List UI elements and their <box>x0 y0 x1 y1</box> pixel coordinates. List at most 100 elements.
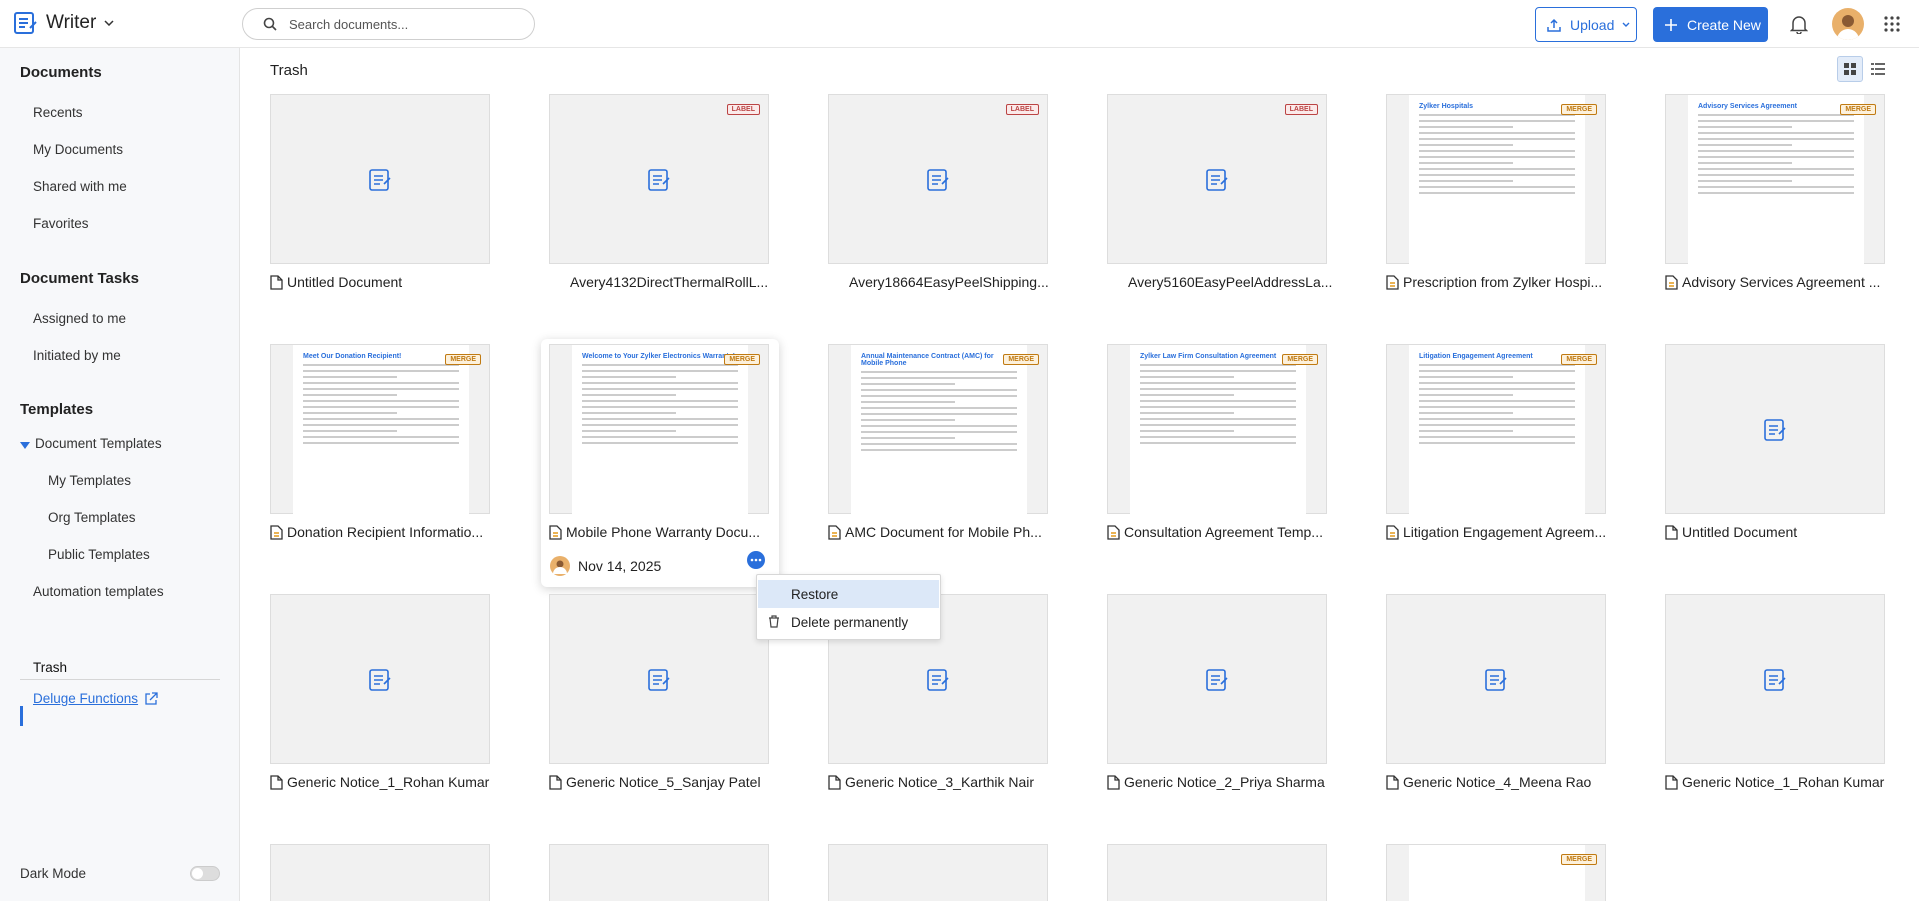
blank-document-icon <box>1206 169 1228 191</box>
merge-badge: MERGE <box>1282 354 1318 365</box>
sidebar-item-public-templates[interactable]: Public Templates <box>48 547 150 562</box>
document-thumbnail[interactable]: Zylker Law Firm Consultation Agreement ME… <box>1107 344 1327 514</box>
document-title: Generic Notice_4_Meena Rao <box>1403 774 1592 790</box>
document-title: Untitled Document <box>287 274 403 290</box>
preview-heading: Litigation Engagement Agreement <box>1419 353 1533 360</box>
document-thumbnail[interactable] <box>1665 594 1885 764</box>
document-thumbnail[interactable] <box>549 844 769 901</box>
restore-menu-item[interactable]: Restore <box>758 580 939 608</box>
page-title: Trash <box>270 62 308 79</box>
app-switcher[interactable]: Writer <box>14 12 114 34</box>
document-name[interactable]: Avery18664EasyPeelShipping... <box>828 274 1058 290</box>
merge-badge: MERGE <box>1561 854 1597 865</box>
blank-document-icon <box>1485 669 1507 691</box>
search-input[interactable]: Search documents... <box>242 8 535 40</box>
document-icon <box>549 774 562 790</box>
sidebar-item-recents[interactable]: Recents <box>33 105 83 120</box>
document-title: Generic Notice_5_Sanjay Patel <box>566 774 761 790</box>
document-name[interactable]: Avery5160EasyPeelAddressLa... <box>1107 274 1337 290</box>
upload-button[interactable]: Upload <box>1535 7 1637 42</box>
delete-permanently-menu-item[interactable]: Delete permanently <box>758 608 939 636</box>
user-avatar-small-icon <box>550 556 570 576</box>
document-thumbnail[interactable] <box>270 94 490 264</box>
document-name[interactable]: Prescription from Zylker Hospi... <box>1386 274 1616 290</box>
document-thumbnail[interactable]: LABEL <box>1107 94 1327 264</box>
document-title: Avery18664EasyPeelShipping... <box>849 274 1049 290</box>
active-indicator <box>20 706 23 726</box>
document-thumbnail[interactable] <box>1386 594 1606 764</box>
document-name[interactable]: Untitled Document <box>270 274 500 290</box>
search-icon <box>263 17 277 31</box>
document-thumbnail[interactable] <box>1665 344 1885 514</box>
caret-down-icon[interactable] <box>20 442 30 449</box>
document-icon <box>1665 774 1678 790</box>
templates-heading: Templates <box>20 401 94 418</box>
document-thumbnail[interactable]: Litigation Engagement Agreement MERGE <box>1386 344 1606 514</box>
notification-bell-icon[interactable] <box>1790 14 1808 34</box>
document-name[interactable]: Advisory Services Agreement ... <box>1665 274 1895 290</box>
sidebar-item-initiated-by-me[interactable]: Initiated by me <box>33 348 121 363</box>
dark-mode-toggle[interactable] <box>190 866 220 881</box>
hover-card-extras: Nov 14, 2025 <box>550 339 770 589</box>
user-avatar[interactable] <box>1832 8 1864 40</box>
document-name[interactable]: Untitled Document <box>1665 524 1895 540</box>
sidebar-item-favorites[interactable]: Favorites <box>33 216 89 231</box>
list-view-button[interactable] <box>1865 56 1891 82</box>
document-thumbnail[interactable] <box>1107 844 1327 901</box>
blank-document-icon <box>1206 669 1228 691</box>
document-thumbnail[interactable] <box>549 594 769 764</box>
merge-template-icon <box>1386 524 1399 540</box>
dark-mode-label: Dark Mode <box>20 866 87 881</box>
document-thumbnail[interactable]: Advisory Services Agreement MERGE <box>1665 94 1885 264</box>
document-thumbnail[interactable]: Meet Our Donation Recipient! MERGE <box>270 344 490 514</box>
sidebar-item-shared-with-me[interactable]: Shared with me <box>33 179 127 194</box>
document-thumbnail[interactable]: Zylker Hospitals MERGE <box>1386 94 1606 264</box>
sidebar-item-my-templates[interactable]: My Templates <box>48 473 131 488</box>
document-name[interactable]: Consultation Agreement Temp... <box>1107 524 1337 540</box>
document-name[interactable]: Litigation Engagement Agreem... <box>1386 524 1616 540</box>
sidebar-item-automation-templates[interactable]: Automation templates <box>33 584 164 599</box>
document-preview: Zylker Law Firm Consultation Agreement <box>1130 345 1306 514</box>
document-thumbnail[interactable]: LABEL <box>828 94 1048 264</box>
document-icon <box>1665 524 1678 540</box>
document-thumbnail[interactable] <box>270 594 490 764</box>
document-thumbnail[interactable]: Annual Maintenance Contract (AMC) for Mo… <box>828 344 1048 514</box>
document-thumbnail[interactable] <box>828 844 1048 901</box>
sidebar-divider <box>20 679 220 680</box>
sidebar-item-trash[interactable]: Trash <box>33 660 67 675</box>
sidebar-item-assigned-to-me[interactable]: Assigned to me <box>33 311 126 326</box>
document-thumbnail[interactable]: LABEL <box>549 94 769 264</box>
sidebar-item-document-templates[interactable]: Document Templates <box>35 436 162 451</box>
document-icon <box>270 774 283 790</box>
document-name[interactable]: Generic Notice_3_Karthik Nair <box>828 774 1058 790</box>
document-name[interactable]: Avery4132DirectThermalRollL... <box>549 274 779 290</box>
merge-badge: MERGE <box>1003 354 1039 365</box>
sidebar-item-org-templates[interactable]: Org Templates <box>48 510 136 525</box>
document-title: AMC Document for Mobile Ph... <box>845 524 1042 540</box>
document-name[interactable]: Generic Notice_2_Priya Sharma <box>1107 774 1337 790</box>
create-new-button[interactable]: Create New <box>1653 7 1768 42</box>
documents-heading: Documents <box>20 64 102 81</box>
apps-grid-icon[interactable] <box>1884 16 1900 32</box>
document-name[interactable]: Generic Notice_1_Rohan Kumar <box>270 774 500 790</box>
document-icon <box>1107 774 1120 790</box>
document-preview: Litigation Engagement Agreement <box>1409 345 1585 514</box>
document-name[interactable]: AMC Document for Mobile Ph... <box>828 524 1058 540</box>
document-thumbnail[interactable] <box>1107 594 1327 764</box>
sidebar-item-my-documents[interactable]: My Documents <box>33 142 123 157</box>
merge-badge: MERGE <box>1840 104 1876 115</box>
document-thumbnail[interactable]: MERGE <box>1386 844 1606 902</box>
deluge-functions-link[interactable]: Deluge Functions <box>33 691 158 706</box>
document-name[interactable]: Donation Recipient Informatio... <box>270 524 500 540</box>
document-name[interactable]: Generic Notice_4_Meena Rao <box>1386 774 1616 790</box>
document-name[interactable]: Generic Notice_5_Sanjay Patel <box>549 774 779 790</box>
document-thumbnail[interactable] <box>270 844 490 901</box>
writer-logo-icon <box>14 12 37 34</box>
merge-template-icon <box>1665 274 1678 290</box>
modified-date: Nov 14, 2025 <box>550 556 661 576</box>
document-name[interactable]: Generic Notice_1_Rohan Kumar <box>1665 774 1895 790</box>
more-options-button[interactable] <box>747 551 765 569</box>
document-preview: Meet Our Donation Recipient! <box>293 345 469 514</box>
grid-view-button[interactable] <box>1837 56 1863 82</box>
merge-template-icon <box>828 524 841 540</box>
